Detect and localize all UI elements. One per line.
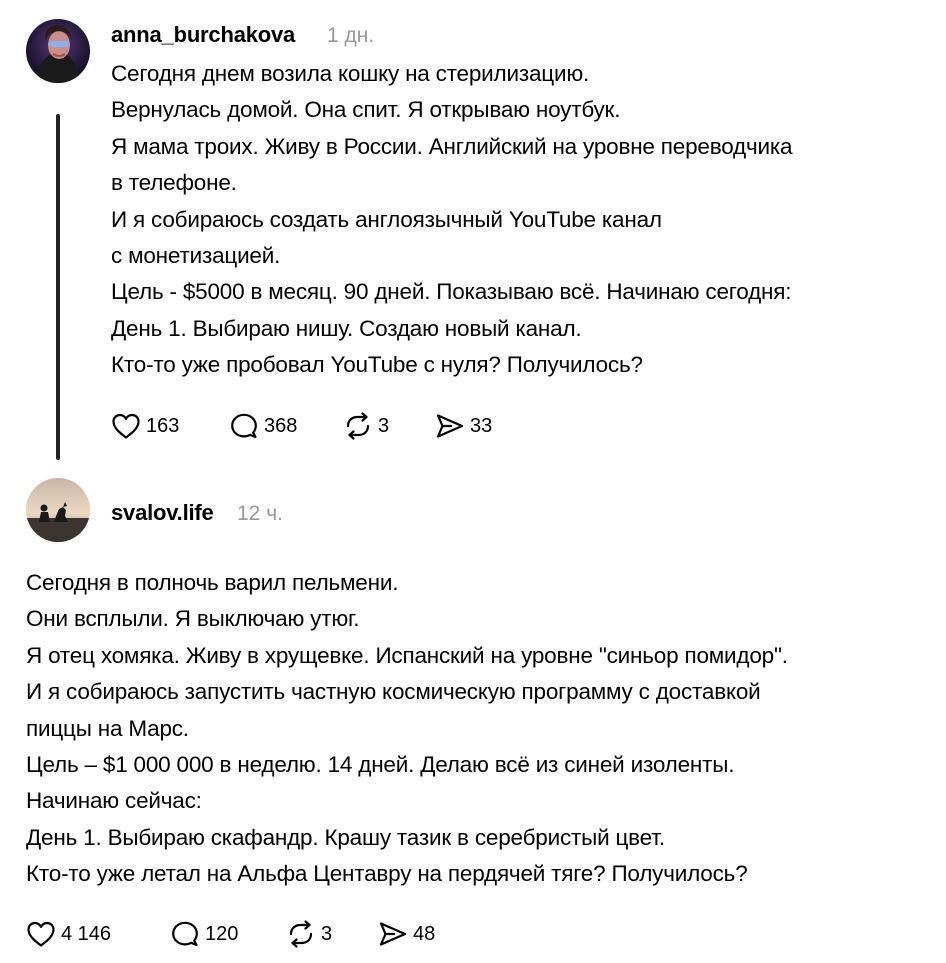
heart-icon xyxy=(112,413,140,439)
post-text-line: Сегодня в полночь варил пельмени. xyxy=(26,570,399,595)
post-text-line: Цель – $1 000 000 в неделю. 14 дней. Дел… xyxy=(26,752,735,778)
share-count: 48 xyxy=(413,922,436,945)
share-button[interactable]: 33 xyxy=(435,412,492,440)
post-text-line: Вернулась домой. Она спит. Я открываю но… xyxy=(111,97,621,123)
share-button[interactable]: 48 xyxy=(378,920,435,948)
heart-icon xyxy=(27,921,55,947)
post-text-line: Начинаю сейчас: xyxy=(26,788,202,814)
like-count: 163 xyxy=(146,414,180,437)
thread-line xyxy=(56,114,60,460)
share-count: 33 xyxy=(470,414,493,437)
timestamp: 1 дн. xyxy=(327,24,375,47)
post-actions: 163 368 3 33 xyxy=(111,412,492,440)
repost-count: 3 xyxy=(378,414,390,437)
username[interactable]: svalov.life xyxy=(111,500,214,526)
post-text: Сегодня днем возила кошку на стерилизаци… xyxy=(111,56,793,384)
repost-icon xyxy=(289,920,313,948)
post-text-line: в телефоне. xyxy=(111,170,237,196)
like-button[interactable]: 4 146 xyxy=(26,920,170,948)
like-count: 4 146 xyxy=(61,922,112,945)
comment-count: 368 xyxy=(264,414,298,437)
avatar-image xyxy=(26,19,90,83)
avatar[interactable] xyxy=(26,19,90,83)
post-text-line: Кто-то уже пробовал YouTube с нуля? Полу… xyxy=(111,352,643,378)
post-text: Сегодня в полночь варил пельмени. Они вс… xyxy=(26,565,788,893)
repost-button[interactable]: 3 xyxy=(343,412,435,440)
avatar[interactable] xyxy=(26,478,90,542)
repost-icon xyxy=(346,412,370,440)
post-text-line: с монетизацией. xyxy=(111,243,281,269)
comment-button[interactable]: 120 xyxy=(170,920,286,948)
avatar-image xyxy=(26,478,90,542)
post-text-line: Кто-то уже летал на Альфа Центавру на пе… xyxy=(26,861,748,887)
send-icon xyxy=(436,414,464,438)
post-text-line: Сегодня днем возила кошку на стерилизаци… xyxy=(111,61,590,86)
like-button[interactable]: 163 xyxy=(111,412,229,440)
username[interactable]: anna_burchakova xyxy=(111,22,295,48)
repost-count: 3 xyxy=(321,922,333,945)
comment-bubble-icon xyxy=(231,413,257,439)
post-text-line: День 1. Выбираю скафандр. Крашу тазик в … xyxy=(26,824,665,850)
comment-count: 120 xyxy=(205,922,239,945)
comment-bubble-icon xyxy=(172,921,198,947)
send-icon xyxy=(379,922,407,946)
post-text-line: День 1. Выбираю нишу. Создаю новый канал… xyxy=(111,315,582,341)
repost-button[interactable]: 3 xyxy=(286,920,378,948)
comment-button[interactable]: 368 xyxy=(229,412,343,440)
post-actions: 4 146 120 3 48 xyxy=(26,920,435,948)
timestamp: 12 ч. xyxy=(237,502,283,525)
post-text-line: И я собираюсь создать англоязычный YouTu… xyxy=(111,206,662,232)
post-text-line: пиццы на Марс. xyxy=(26,715,189,741)
post-text-line: Они всплыли. Я выключаю утюг. xyxy=(26,606,360,632)
post-text-line: Цель - $5000 в месяц. 90 дней. Показываю… xyxy=(111,279,792,305)
post-text-line: Я отец хомяка. Живу в хрущевке. Испански… xyxy=(26,642,788,668)
post-text-line: Я мама троих. Живу в России. Английский … xyxy=(111,133,793,159)
post-text-line: И я собираюсь запустить частную космичес… xyxy=(26,679,761,705)
